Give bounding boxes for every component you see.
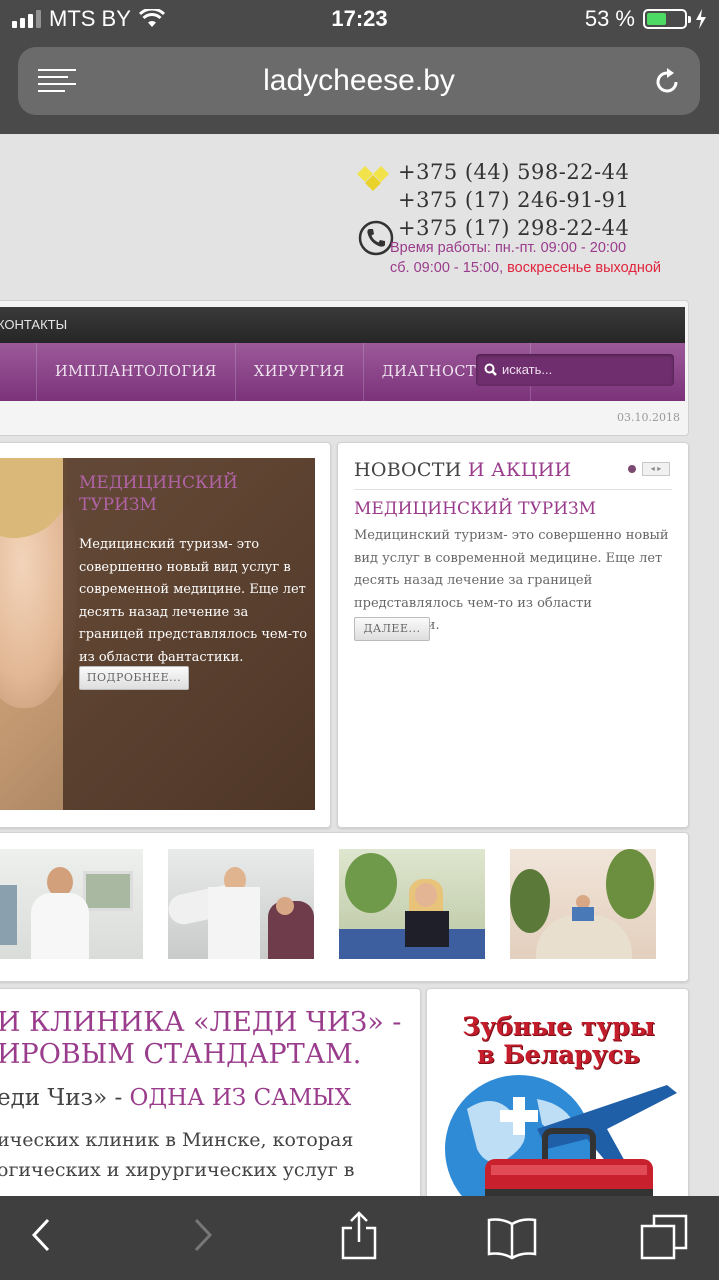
menu-item-surgery[interactable]: ХИРУРГИЯ [236,343,364,401]
promo-title-line: в Беларусь [477,1040,640,1069]
about-text: ических клиник в Минске, которая огическ… [0,1125,355,1185]
phone-number[interactable]: +375 (44) 598-22-44 [398,158,629,186]
news-item-title[interactable]: МЕДИЦИНСКИЙ ТУРИЗМ [354,499,596,519]
promo-title: Зубные туры в Беларусь [427,1012,688,1069]
gallery-photo-dental-chair[interactable] [168,849,314,959]
bookmarks-icon[interactable] [486,1216,538,1260]
phone-icon [358,220,394,256]
phone-numbers: +375 (44) 598-22-44 +375 (17) 246-91-91 … [398,158,629,242]
menu-item-partial[interactable] [0,343,37,401]
search-icon [484,363,497,376]
menu-item-contacts[interactable]: КОНТАКТЫ [0,317,67,332]
logo-diamonds-icon [357,166,389,191]
promo-title-line: Зубные туры [462,1012,655,1041]
navigation-panel: КОНТАКТЫ ИМПЛАНТОЛОГИЯ ХИРУРГИЯ ДИАГНОСТ… [0,300,689,436]
news-controls: ◂ ▸ [628,462,670,476]
slide-caption: МЕДИЦИНСКИЙ ТУРИЗМ Медицинский туризм- э… [63,458,315,810]
hours-weekdays: Время работы: пн.-пт. 09:00 - 20:00 [390,240,627,256]
news-heading-a: НОВОСТИ [354,459,462,481]
gallery-photo-doctor[interactable] [0,849,143,959]
divider [354,489,672,490]
browser-bottom-toolbar [0,1196,719,1280]
web-page: +375 (44) 598-22-44 +375 (17) 246-91-91 … [0,134,719,1196]
read-more-button[interactable]: ДАЛЕЕ... [354,617,430,641]
battery-percent: 53 % [584,6,635,31]
search-input[interactable]: искать... [476,354,674,386]
about-sub-b: ОДНА ИЗ САМЫХ [129,1085,352,1111]
hours-saturday: сб. 09:00 - 15:00, [390,260,508,276]
about-sub-a: еди Чиз» - [0,1085,130,1111]
news-panel: НОВОСТИ И АКЦИИ ◂ ▸ МЕДИЦИНСКИЙ ТУРИЗМ М… [337,442,689,828]
charging-bolt-icon [696,9,706,29]
share-icon[interactable] [340,1210,378,1260]
gallery-photo-reception[interactable] [339,849,485,959]
featured-slider: МЕДИЦИНСКИЙ ТУРИЗМ Медицинский туризм- э… [0,442,331,828]
address-bar[interactable]: ladycheese.by [18,47,700,115]
top-menu: КОНТАКТЫ [0,307,685,343]
about-heading-line: ИРОВЫМ СТАНДАРТАМ. [0,1039,362,1070]
url-text[interactable]: ladycheese.by [18,64,700,98]
tabs-icon[interactable] [640,1214,690,1262]
current-date: 03.10.2018 [617,411,680,424]
hours-sunday: воскресенье выходной [507,260,662,276]
about-heading-line: И КЛИНИКА «ЛЕДИ ЧИЗ» - [0,1007,402,1038]
news-dot[interactable] [628,465,636,473]
back-icon[interactable] [28,1214,54,1256]
browser-toolbar: ladycheese.by [0,40,719,134]
status-bar: MTS BY 17:23 53 % [0,0,719,40]
about-heading: И КЛИНИКА «ЛЕДИ ЧИЗ» - ИРОВЫМ СТАНДАРТАМ… [0,1007,422,1071]
phone-number[interactable]: +375 (17) 246-91-91 [398,186,629,214]
more-button[interactable]: ПОДРОБНЕЕ... [79,666,189,690]
slide-image: МЕДИЦИНСКИЙ ТУРИЗМ Медицинский туризм- э… [0,458,315,810]
news-heading-b: И АКЦИИ [461,459,572,481]
menu-item-implantology[interactable]: ИМПЛАНТОЛОГИЯ [37,343,236,401]
battery-icon [643,9,691,29]
gallery-photo-lobby[interactable] [510,849,656,959]
dental-tours-banner[interactable]: Зубные туры в Беларусь [426,988,689,1196]
news-arrows[interactable]: ◂ ▸ [642,462,670,476]
status-right: 53 % [585,6,707,32]
working-hours: Время работы: пн.-пт. 09:00 - 20:00 сб. … [390,238,661,278]
forward-icon[interactable] [190,1214,216,1256]
search-placeholder: искать... [502,362,553,377]
main-menu: ИМПЛАНТОЛОГИЯ ХИРУРГИЯ ДИАГНОСТИКА искат… [0,343,685,401]
about-subheading: еди Чиз» - ОДНА ИЗ САМЫХ [0,1085,351,1111]
slide-text: Медицинский туризм- это совершенно новый… [79,537,308,665]
reload-icon[interactable] [650,65,684,99]
about-text-line: ических клиник в Минске, которая [0,1129,354,1151]
about-section: И КЛИНИКА «ЛЕДИ ЧИЗ» - ИРОВЫМ СТАНДАРТАМ… [0,988,421,1196]
photo-gallery [0,832,689,982]
about-text-line: огических и хирургических услуг в [0,1159,355,1181]
slide-title[interactable]: МЕДИЦИНСКИЙ ТУРИЗМ [79,472,279,516]
news-heading: НОВОСТИ И АКЦИИ [354,459,571,481]
